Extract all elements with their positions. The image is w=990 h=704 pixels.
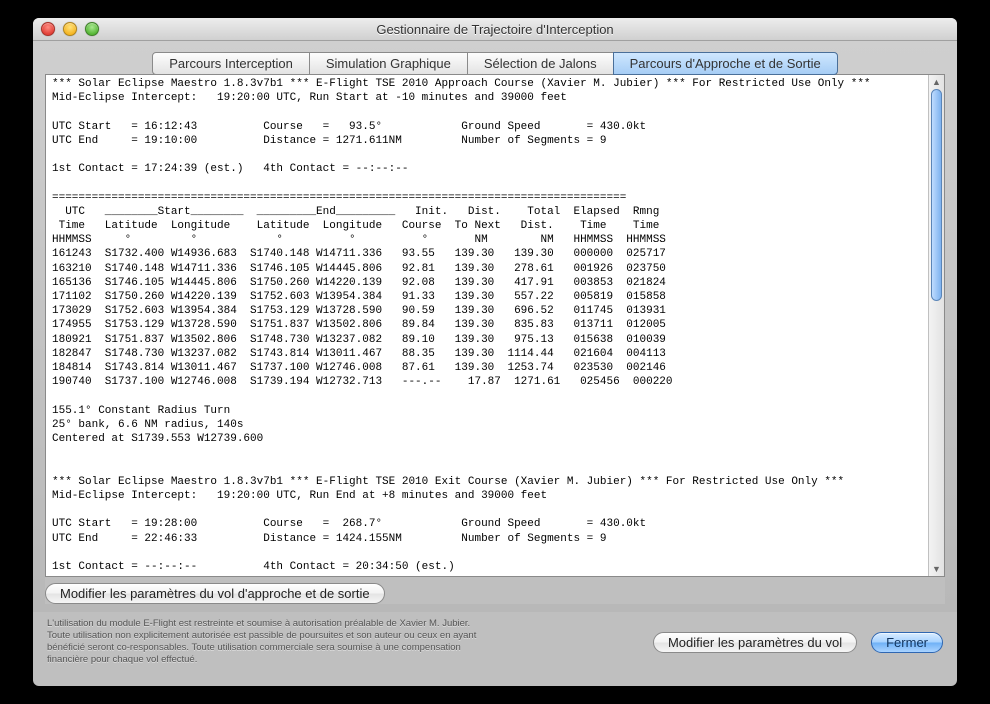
zoom-window-button[interactable] xyxy=(85,22,99,36)
footer-buttons: Modifier les paramètres du vol Fermer xyxy=(653,632,943,653)
report-text: *** Solar Eclipse Maestro 1.8.3v7b1 *** … xyxy=(52,77,922,574)
scroll-down-arrow-icon[interactable]: ▼ xyxy=(929,562,944,576)
tab-selection-jalons[interactable]: Sélection de Jalons xyxy=(467,52,614,75)
titlebar: Gestionnaire de Trajectoire d'Intercepti… xyxy=(33,18,957,41)
window-title: Gestionnaire de Trajectoire d'Intercepti… xyxy=(33,22,957,37)
scroll-thumb[interactable] xyxy=(931,89,942,301)
close-button[interactable]: Fermer xyxy=(871,632,943,653)
report-pane: *** Solar Eclipse Maestro 1.8.3v7b1 *** … xyxy=(45,74,945,577)
tab-simulation-graphique[interactable]: Simulation Graphique xyxy=(309,52,468,75)
minimize-window-button[interactable] xyxy=(63,22,77,36)
content-frame: *** Solar Eclipse Maestro 1.8.3v7b1 *** … xyxy=(45,74,945,604)
modify-flight-button[interactable]: Modifier les paramètres du vol xyxy=(653,632,857,653)
close-window-button[interactable] xyxy=(41,22,55,36)
scroll-up-arrow-icon[interactable]: ▲ xyxy=(929,75,944,89)
below-text-row: Modifier les paramètres du vol d'approch… xyxy=(45,583,945,604)
traffic-lights xyxy=(41,22,99,36)
tab-parcours-interception[interactable]: Parcours Interception xyxy=(152,52,310,75)
main-window: Gestionnaire de Trajectoire d'Intercepti… xyxy=(33,18,957,686)
footer: L'utilisation du module E-Flight est res… xyxy=(33,612,957,678)
tab-parcours-approche-sortie[interactable]: Parcours d'Approche et de Sortie xyxy=(613,52,838,75)
tab-toolbar: Parcours Interception Simulation Graphiq… xyxy=(33,41,957,612)
report-text-area[interactable]: *** Solar Eclipse Maestro 1.8.3v7b1 *** … xyxy=(46,75,928,576)
modify-approach-button[interactable]: Modifier les paramètres du vol d'approch… xyxy=(45,583,385,604)
tabbar: Parcours Interception Simulation Graphiq… xyxy=(33,52,957,75)
vertical-scrollbar[interactable]: ▲ ▼ xyxy=(928,75,944,576)
disclaimer-text: L'utilisation du module E-Flight est res… xyxy=(47,618,639,666)
